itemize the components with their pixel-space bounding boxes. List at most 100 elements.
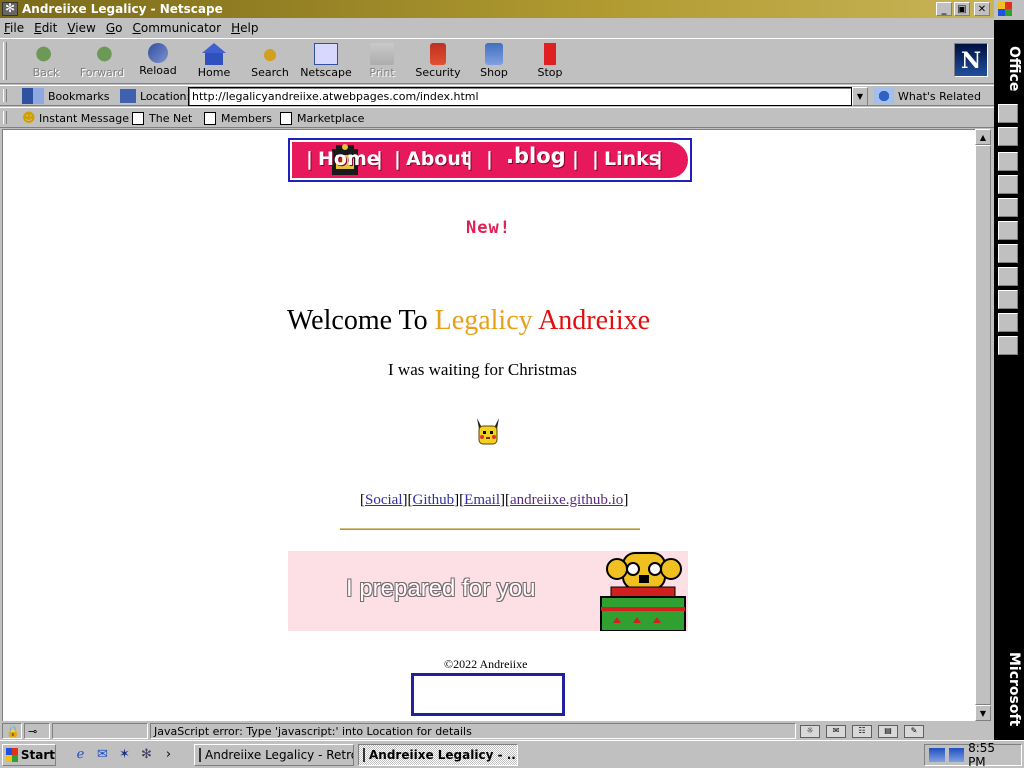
menu-edit[interactable]: Edit	[34, 21, 57, 35]
vertical-scrollbar[interactable]: ▲ ▼	[975, 129, 991, 721]
menu-file[interactable]: File	[4, 21, 24, 35]
connection-status-icon: ⊸	[24, 723, 50, 739]
stop-button[interactable]: Stop	[522, 43, 578, 81]
toolbar-grip[interactable]	[3, 89, 7, 102]
security-button[interactable]: Security	[410, 43, 466, 81]
christmas-banner[interactable]: I prepared for you	[288, 551, 688, 631]
netscape-logo[interactable]: N	[954, 43, 988, 77]
url-dropdown-button[interactable]: ▼	[852, 87, 868, 106]
mail-icon[interactable]: ✉	[826, 724, 846, 738]
office-task-icon[interactable]	[998, 198, 1018, 217]
page-proxy-icon[interactable]	[120, 89, 136, 103]
toolbar-grip[interactable]	[3, 42, 7, 80]
welcome-andreiixe: Andreiixe	[532, 305, 651, 336]
menu-help[interactable]: Help	[231, 21, 258, 35]
office-new-document-icon[interactable]	[998, 104, 1018, 123]
internet-explorer-icon[interactable]: ℯ	[72, 746, 89, 763]
newsgroups-icon[interactable]: ☷	[852, 724, 872, 738]
composer-icon[interactable]: ✎	[904, 724, 924, 738]
reload-button[interactable]: Reload	[130, 43, 186, 81]
show-desktop-icon[interactable]: ✶	[116, 746, 133, 763]
banner-text: I prepared for you	[346, 575, 536, 602]
navigator-icon[interactable]: ☼	[800, 724, 820, 738]
link-email[interactable]: Email	[464, 492, 500, 508]
location-label: Location:	[120, 87, 190, 105]
print-button[interactable]: Print	[354, 43, 410, 81]
welcome-legalicy: Legalicy	[434, 305, 533, 336]
url-input[interactable]: http://legalicyandreiixe.atwebpages.com/…	[188, 87, 852, 106]
bookmark-page-icon	[280, 112, 292, 125]
title-bar[interactable]: Andreiixe Legalicy - Netscape _ ▣ ✕	[0, 0, 994, 18]
office-logo-icon[interactable]	[998, 2, 1012, 16]
scroll-thumb[interactable]	[975, 145, 991, 705]
link-github[interactable]: Github	[413, 492, 455, 508]
forward-arrow-icon	[90, 43, 114, 65]
security-status-icon[interactable]: 🔒	[2, 723, 22, 739]
netscape-app-icon[interactable]	[2, 1, 18, 16]
page-viewport[interactable]: | Home | | About | | .blog | | Links | N…	[2, 129, 975, 721]
menu-go[interactable]: Go	[106, 21, 123, 35]
home-button[interactable]: Home	[186, 43, 242, 81]
nav-link-links[interactable]: Links	[604, 148, 660, 170]
forward-button[interactable]: Forward	[74, 43, 130, 81]
netscape-quicklaunch-icon[interactable]: ✻	[138, 746, 155, 763]
the-net-bookmark[interactable]: The Net	[132, 110, 192, 127]
office-app-icon[interactable]	[998, 290, 1018, 309]
system-tray: 8:55 PM	[924, 741, 1022, 768]
instant-message-button[interactable]: ☻ Instant Message	[22, 110, 129, 127]
new-badge: New!	[466, 218, 511, 238]
nav-link-about[interactable]: About	[406, 148, 470, 170]
aim-running-man-icon: ☻	[22, 111, 36, 126]
site-nav-bar: | Home | | About | | .blog | | Links |	[292, 142, 688, 178]
link-social[interactable]: Social	[365, 492, 403, 508]
back-button[interactable]: Back	[18, 43, 74, 81]
horizontal-rule	[340, 528, 640, 530]
volume-tray-icon[interactable]	[948, 748, 965, 762]
my-netscape-button[interactable]: Netscape	[298, 43, 354, 81]
status-message: JavaScript error: Type 'javascript:' int…	[150, 723, 796, 739]
quicklaunch-more-icon[interactable]: ›	[160, 746, 177, 763]
whats-related-button[interactable]: What's Related	[874, 87, 981, 105]
minimize-button[interactable]: _	[936, 2, 952, 16]
bookmark-page-icon	[132, 112, 144, 125]
nav-link-home[interactable]: Home	[318, 148, 380, 170]
members-bookmark[interactable]: Members	[204, 110, 272, 127]
office-journal-icon[interactable]	[998, 244, 1018, 263]
address-book-icon[interactable]: ▤	[878, 724, 898, 738]
nav-separator: |	[486, 148, 493, 170]
office-contact-icon[interactable]	[998, 221, 1018, 240]
toolbar-grip[interactable]	[3, 111, 7, 124]
windows-logo-icon	[6, 748, 18, 762]
navigation-toolbar: Back Forward Reload Home Search Netscape…	[0, 38, 994, 84]
bookmarks-button[interactable]: Bookmarks	[22, 87, 109, 105]
start-button[interactable]: Start	[2, 744, 56, 766]
outlook-express-icon[interactable]: ✉	[94, 746, 111, 763]
window-controls: _ ▣ ✕	[936, 2, 990, 16]
office-note-icon[interactable]	[998, 267, 1018, 286]
bookmark-page-icon	[204, 112, 216, 125]
scroll-down-arrow[interactable]: ▼	[975, 705, 991, 721]
search-button[interactable]: Search	[242, 43, 298, 81]
marketplace-bookmark[interactable]: Marketplace	[280, 110, 364, 127]
office-tools-icon[interactable]	[998, 336, 1018, 355]
shop-button[interactable]: Shop	[466, 43, 522, 81]
menu-communicator[interactable]: Communicator	[132, 21, 221, 35]
welcome-text: Welcome To	[287, 305, 435, 336]
search-icon	[258, 43, 282, 65]
back-arrow-icon	[34, 43, 58, 65]
link-andreiixe-github-io[interactable]: andreiixe.github.io	[510, 492, 623, 508]
clock[interactable]: 8:55 PM	[968, 741, 1021, 768]
office-outlook-icon[interactable]	[998, 152, 1018, 171]
close-button[interactable]: ✕	[974, 2, 990, 16]
office-open-folder-icon[interactable]	[998, 127, 1018, 146]
task-button-retroz[interactable]: Andreiixe Legalicy - RetroZ...	[194, 744, 354, 766]
network-tray-icon[interactable]	[929, 748, 945, 762]
office-appointment-icon[interactable]	[998, 175, 1018, 194]
office-ie-icon[interactable]	[998, 313, 1018, 332]
task-button-legalicy[interactable]: Andreiixe Legalicy - ...	[358, 744, 518, 766]
location-toolbar: Bookmarks Location: http://legalicyandre…	[0, 85, 994, 106]
menu-view[interactable]: View	[67, 21, 95, 35]
nav-link-blog[interactable]: .blog	[506, 144, 566, 168]
scroll-up-arrow[interactable]: ▲	[975, 129, 991, 145]
restore-button[interactable]: ▣	[954, 2, 970, 16]
